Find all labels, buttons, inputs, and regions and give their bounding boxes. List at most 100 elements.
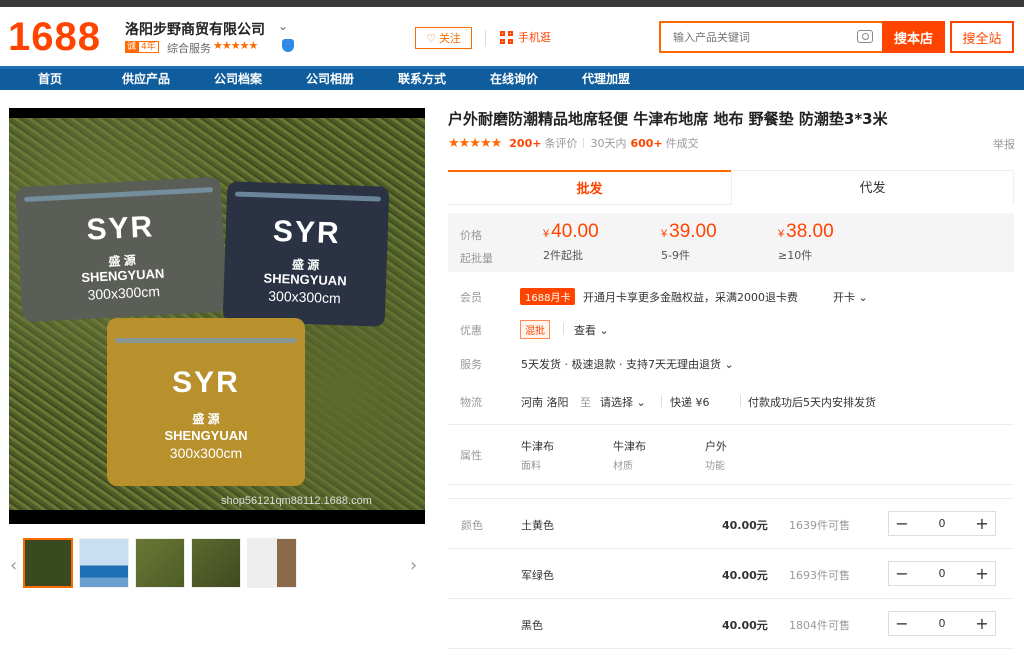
vip-description: 开通月卡享更多金融权益，采满2000退卡费 <box>583 291 798 304</box>
grass-background: SYR 盛 源 SHENGYUAN 300x300cm SYR 盛 源 SHEN… <box>9 118 425 510</box>
minus-icon[interactable]: − <box>889 612 915 635</box>
plus-icon[interactable]: + <box>969 512 995 535</box>
years-value: 4年 <box>138 41 159 53</box>
years-badge: 诚 4年 <box>125 41 159 53</box>
site-header: 1688 洛阳步野商贸有限公司 ⌄ 诚 4年 综合服务 ★★★★★ ♡ 关注 手… <box>0 7 1024 66</box>
shop-nav: 首页 供应产品 公司档案 公司相册 联系方式 在线询价 代理加盟 <box>0 66 1024 90</box>
chevron-left-icon[interactable]: ‹ <box>10 555 17 576</box>
minus-icon[interactable]: − <box>889 562 915 585</box>
destination-select[interactable]: 请选择 ⌄ <box>600 394 646 410</box>
quantity-value[interactable]: 0 <box>915 617 969 630</box>
variant-stock: 1639件可售 <box>789 519 850 532</box>
variant-name: 黑色 <box>521 619 543 632</box>
variant-stock: 1693件可售 <box>789 569 850 582</box>
attr-label: 属性 <box>460 449 482 462</box>
mobile-label: 手机逛 <box>518 31 551 44</box>
sales-label: 件成交 <box>665 137 699 150</box>
variant-name: 军绿色 <box>521 569 554 582</box>
mix-batch-tag: 混批 <box>520 320 550 339</box>
thumbnail-3[interactable] <box>135 538 185 588</box>
nav-company-album[interactable]: 公司相册 <box>284 69 376 90</box>
price-tier-1: ¥40.00 2件起批 <box>543 221 599 262</box>
product-title: 户外耐磨防潮精品地席轻便 牛津布地席 地布 野餐垫 防潮垫3*3米 <box>448 110 888 128</box>
thumbnail-5[interactable] <box>247 538 297 588</box>
nav-home[interactable]: 首页 <box>0 69 100 90</box>
open-card-link[interactable]: 开卡 ⌄ <box>833 289 868 305</box>
header-divider <box>485 30 486 46</box>
variant-stock: 1804件可售 <box>789 619 850 632</box>
shield-icon <box>282 39 294 52</box>
quantity-stepper: − 0 + <box>888 611 996 636</box>
shop-name[interactable]: 洛阳步野商贸有限公司 <box>125 19 265 39</box>
variant-price: 40.00元 <box>722 519 768 532</box>
report-link[interactable]: 举报 <box>993 136 1015 152</box>
quantity-value[interactable]: 0 <box>915 517 969 530</box>
thumbnail-2[interactable] <box>79 538 129 588</box>
express-fee: 快递 ¥6 <box>670 396 710 409</box>
variant-row: 黑色 40.00元 1804件可售 − 0 + <box>448 599 1014 648</box>
follow-button[interactable]: ♡ 关注 <box>415 27 472 49</box>
bag-grey: SYR 盛 源 SHENGYUAN 300x300cm <box>15 176 228 323</box>
attr-function: 户外 功能 <box>705 440 727 472</box>
main-product-image[interactable]: SYR 盛 源 SHENGYUAN 300x300cm SYR 盛 源 SHEN… <box>9 108 425 524</box>
bag-logo: SYR <box>172 366 240 399</box>
nav-company-profile[interactable]: 公司档案 <box>192 69 284 90</box>
chevron-down-icon[interactable]: ⌄ <box>278 19 288 33</box>
service-label: 服务 <box>460 358 482 371</box>
grid-icon <box>500 30 513 44</box>
view-promo-link[interactable]: 查看 ⌄ <box>574 322 609 338</box>
bag-khaki: SYR 盛 源 SHENGYUAN 300x300cm <box>107 318 305 486</box>
reviews-count[interactable]: 200+ <box>509 137 541 150</box>
moq-label: 起批量 <box>460 252 493 265</box>
nav-products[interactable]: 供应产品 <box>100 69 192 90</box>
variant-row: 颜色 土黄色 40.00元 1639件可售 − 0 + <box>448 499 1014 548</box>
reviews-label: 条评价 <box>544 137 578 150</box>
overall-service-label: 综合服务 <box>167 42 211 55</box>
thumbnail-4[interactable] <box>191 538 241 588</box>
nav-agency[interactable]: 代理加盟 <box>560 69 652 90</box>
bag-logo: SYR <box>272 214 342 251</box>
plus-icon[interactable]: + <box>969 612 995 635</box>
color-label: 颜色 <box>461 519 483 532</box>
ship-note: 付款成功后5天内安排发货 <box>748 396 876 409</box>
ship-from: 河南 洛阳 <box>521 396 569 409</box>
nav-inquiry[interactable]: 在线询价 <box>468 69 560 90</box>
sales-prefix: 30天内 <box>590 137 627 150</box>
tab-dropship[interactable]: 代发 <box>731 170 1014 205</box>
search-shop-button[interactable]: 搜本店 <box>882 21 945 53</box>
cert-badge: 诚 <box>125 41 139 53</box>
divider <box>448 424 1014 425</box>
purchase-tabs: 批发 代发 <box>448 170 1014 205</box>
attr-material: 牛津布 材质 <box>613 440 646 472</box>
top-strip <box>0 0 1024 7</box>
site-logo[interactable]: 1688 <box>8 15 101 60</box>
vip-card-badge[interactable]: 1688月卡 <box>520 288 576 305</box>
quantity-stepper: − 0 + <box>888 511 996 536</box>
promo-label: 优惠 <box>460 324 482 337</box>
heart-icon: ♡ <box>426 31 436 45</box>
nav-contact[interactable]: 联系方式 <box>376 69 468 90</box>
bag-size-text: 300x300cm <box>268 287 341 307</box>
quantity-stepper: − 0 + <box>888 561 996 586</box>
variant-row: 军绿色 40.00元 1693件可售 − 0 + <box>448 549 1014 598</box>
minus-icon[interactable]: − <box>889 512 915 535</box>
tab-wholesale[interactable]: 批发 <box>448 170 731 205</box>
thumbnail-1[interactable] <box>23 538 73 588</box>
bag-size-text: 300x300cm <box>169 445 243 461</box>
overall-stars: ★★★★★ <box>213 39 258 52</box>
quantity-value[interactable]: 0 <box>915 567 969 580</box>
service-list[interactable]: 5天发货 · 极速退款 · 支持7天无理由退货 ⌄ <box>521 356 734 372</box>
search-box <box>659 21 882 53</box>
divider <box>448 484 1014 485</box>
mobile-link[interactable]: 手机逛 <box>500 29 551 45</box>
chevron-right-icon[interactable]: › <box>410 555 417 576</box>
plus-icon[interactable]: + <box>969 562 995 585</box>
price-tier-3: ¥38.00 ≥10件 <box>778 221 834 262</box>
bag-cn-text: 盛 源 <box>192 412 220 426</box>
attr-fabric: 牛津布 面料 <box>521 440 554 472</box>
divider <box>448 648 1014 649</box>
camera-icon[interactable] <box>857 30 873 43</box>
price-tier-2: ¥39.00 5-9件 <box>661 221 717 262</box>
search-input[interactable] <box>673 29 843 45</box>
search-site-button[interactable]: 搜全站 <box>950 21 1014 53</box>
